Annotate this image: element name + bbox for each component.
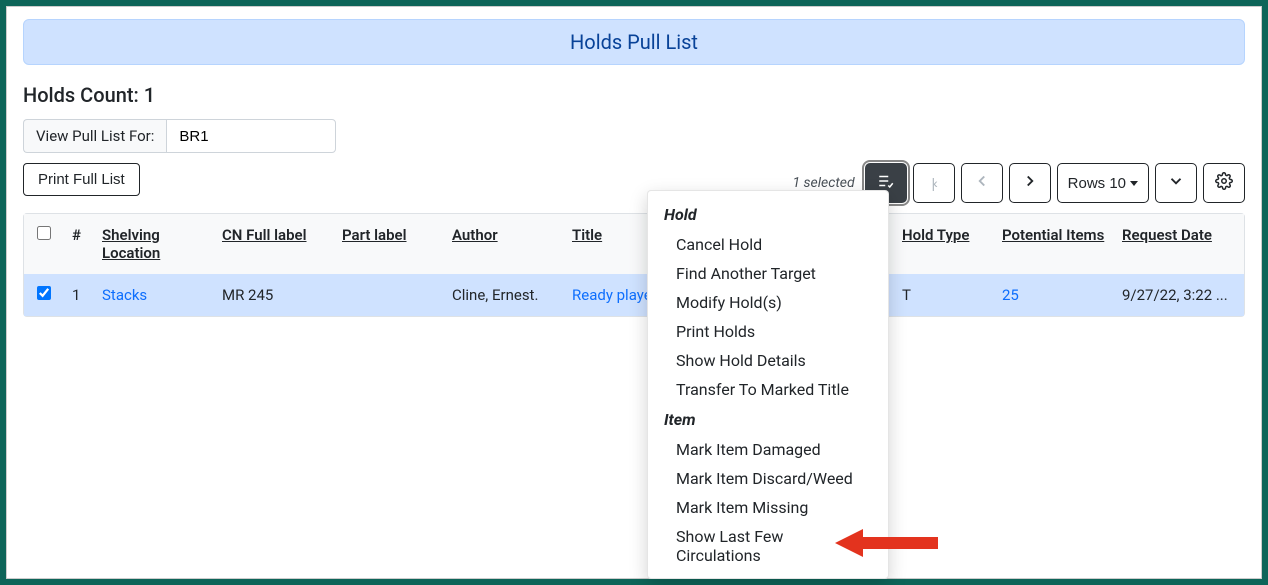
row-part-label (334, 274, 444, 316)
row-request-date: 9/27/22, 3:22 ... (1114, 274, 1244, 316)
actions-dropdown-menu: Hold Cancel Hold Find Another Target Mod… (647, 190, 889, 579)
page-banner: Holds Pull List (23, 19, 1245, 65)
shelving-location-header[interactable]: Shelving Location (94, 214, 214, 274)
table-header-row: # Shelving Location CN Full label Part l… (24, 214, 1244, 274)
potential-items-header[interactable]: Potential Items (994, 214, 1114, 274)
first-page-icon: |‹ (931, 175, 935, 191)
dropdown-item-heading: Item (648, 404, 888, 435)
mark-item-discard-item[interactable]: Mark Item Discard/Weed (648, 464, 888, 493)
cancel-hold-item[interactable]: Cancel Hold (648, 230, 888, 259)
request-date-header[interactable]: Request Date (1114, 214, 1244, 274)
author-header[interactable]: Author (444, 214, 564, 274)
rows-label: Rows 10 (1068, 175, 1126, 192)
chevron-right-icon (1021, 172, 1039, 194)
chevron-left-icon (973, 172, 991, 194)
first-page-button[interactable]: |‹ (913, 163, 955, 203)
pull-list-for-row: View Pull List For: (23, 119, 1245, 153)
pull-list-for-label: View Pull List For: (23, 119, 166, 153)
hold-type-header[interactable]: Hold Type (894, 214, 994, 274)
row-cn-full-label: MR 245 (214, 274, 334, 316)
print-full-list-button[interactable]: Print Full List (23, 163, 140, 196)
selected-count-text: 1 selected (792, 175, 854, 191)
modify-hold-item[interactable]: Modify Hold(s) (648, 288, 888, 317)
mark-item-damaged-item[interactable]: Mark Item Damaged (648, 435, 888, 464)
chevron-down-icon (1167, 172, 1185, 194)
holds-table: # Shelving Location CN Full label Part l… (24, 214, 1244, 316)
print-holds-item[interactable]: Print Holds (648, 317, 888, 346)
mark-item-missing-item[interactable]: Mark Item Missing (648, 493, 888, 522)
holds-count-label: Holds Count: 1 (23, 83, 1245, 107)
pull-list-for-input[interactable] (166, 119, 336, 153)
cn-full-label-header[interactable]: CN Full label (214, 214, 334, 274)
part-label-header[interactable]: Part label (334, 214, 444, 274)
show-last-few-circulations-item[interactable]: Show Last Few Circulations (648, 522, 888, 570)
select-all-header (24, 214, 64, 274)
row-num: 1 (64, 274, 94, 316)
dropdown-hold-heading: Hold (648, 199, 888, 230)
next-page-button[interactable] (1009, 163, 1051, 203)
row-author: Cline, Ernest. (444, 274, 564, 316)
row-potential-items[interactable]: 25 (994, 274, 1114, 316)
select-all-checkbox[interactable] (37, 226, 51, 240)
rows-per-page-button[interactable]: Rows 10 (1057, 163, 1149, 203)
prev-page-button[interactable] (961, 163, 1003, 203)
table-row[interactable]: 1 Stacks MR 245 Cline, Ernest. Ready pla… (24, 274, 1244, 316)
row-hold-type: T (894, 274, 994, 316)
row-shelving-location[interactable]: Stacks (94, 274, 214, 316)
expand-button[interactable] (1155, 163, 1197, 203)
gear-icon (1215, 172, 1233, 194)
caret-down-icon (1130, 181, 1138, 186)
show-hold-details-item[interactable]: Show Hold Details (648, 346, 888, 375)
num-header: # (64, 214, 94, 274)
find-another-target-item[interactable]: Find Another Target (648, 259, 888, 288)
settings-button[interactable] (1203, 163, 1245, 203)
row-checkbox[interactable] (37, 286, 51, 300)
transfer-to-marked-title-item[interactable]: Transfer To Marked Title (648, 375, 888, 404)
banner-title: Holds Pull List (570, 30, 698, 54)
